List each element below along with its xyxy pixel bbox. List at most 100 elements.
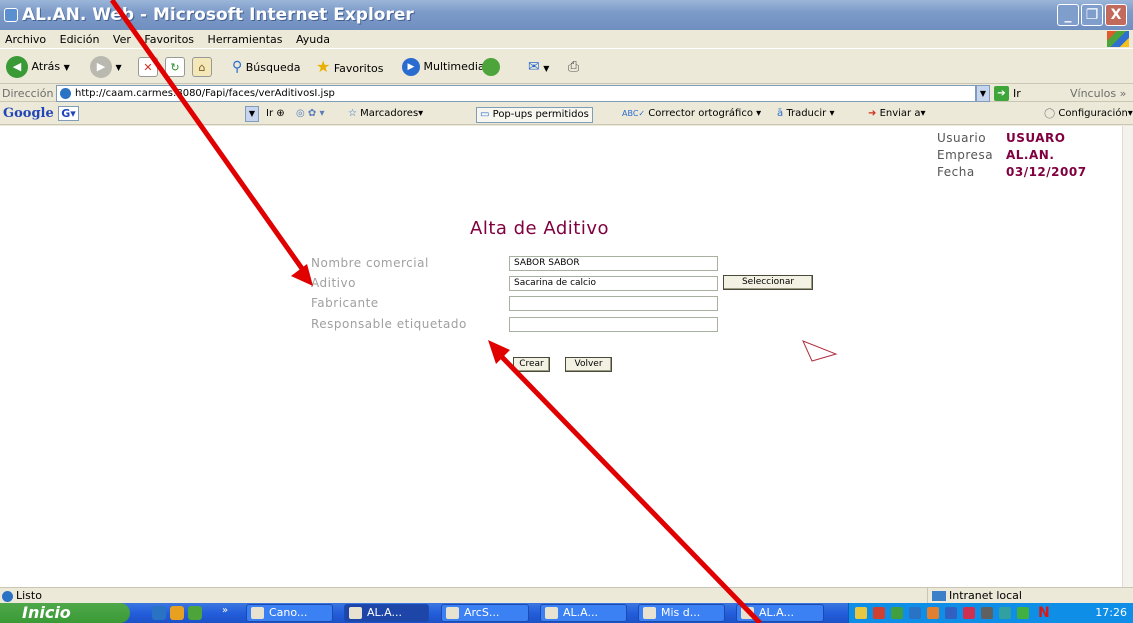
print-button[interactable]: ⎙ bbox=[568, 55, 579, 79]
quicklaunch-outlook-icon[interactable] bbox=[170, 606, 184, 620]
refresh-button[interactable]: ↻ bbox=[165, 55, 185, 79]
company-value: AL.AN. bbox=[1006, 148, 1055, 162]
send-icon: ➜ bbox=[868, 108, 877, 119]
address-bar: Dirección http://caam.carmes:8080/Fapi/f… bbox=[0, 85, 1133, 102]
vertical-scrollbar[interactable] bbox=[1122, 126, 1133, 587]
tray-icon[interactable] bbox=[855, 607, 867, 619]
title-bar: AL.AN. Web - Microsoft Internet Explorer… bbox=[0, 0, 1133, 30]
page-title: Alta de Aditivo bbox=[470, 218, 609, 239]
maximize-button[interactable]: ❐ bbox=[1081, 4, 1103, 26]
volver-button[interactable]: Volver bbox=[565, 357, 612, 372]
security-zone: Intranet local bbox=[927, 588, 1133, 604]
taskbar: Inicio » Cano... AL.A... ArcS... AL.A...… bbox=[0, 603, 1133, 623]
quicklaunch-ie-icon[interactable] bbox=[152, 606, 166, 620]
google-go-button[interactable]: Ir ⊕ bbox=[266, 107, 285, 121]
links-button[interactable]: Vínculos » bbox=[1070, 85, 1126, 102]
forward-button[interactable]: ▶ ▼ bbox=[90, 55, 122, 79]
taskbar-item[interactable]: AL.A... bbox=[540, 604, 627, 622]
nombre-comercial-input[interactable]: SABOR SABOR bbox=[509, 256, 718, 271]
spellcheck-button[interactable]: ABC✓ Corrector ortográfico ▾ bbox=[622, 107, 761, 121]
standard-toolbar: ◀ Atrás ▼ ▶ ▼ ✕ ↻ ⌂ ⚲ Búsqueda ★ Favorit… bbox=[0, 50, 1133, 84]
back-button[interactable]: ◀ Atrás ▼ bbox=[6, 55, 70, 79]
task-icon bbox=[251, 607, 264, 619]
star-icon: ★ bbox=[316, 57, 331, 76]
crear-button[interactable]: Crear bbox=[513, 357, 550, 372]
tray-icon[interactable] bbox=[945, 607, 957, 619]
task-icon bbox=[545, 607, 558, 619]
menu-archivo[interactable]: Archivo bbox=[0, 30, 51, 49]
menu-ver[interactable]: Ver bbox=[108, 30, 136, 49]
menu-bar: Archivo Edición Ver Favoritos Herramient… bbox=[0, 30, 1133, 49]
quicklaunch-more-button[interactable]: » bbox=[222, 605, 228, 616]
close-button[interactable]: X bbox=[1105, 4, 1127, 26]
google-extra-icons[interactable]: ◎ ✿ ▾ bbox=[296, 107, 324, 121]
google-logo[interactable]: Google G▾ bbox=[3, 106, 79, 121]
taskbar-item[interactable]: Mis d... bbox=[638, 604, 725, 622]
start-button[interactable]: Inicio bbox=[0, 603, 130, 623]
mail-icon: ✉ bbox=[528, 59, 540, 75]
tray-icon[interactable] bbox=[873, 607, 885, 619]
user-info-panel: Usuario USUARO Empresa AL.AN. Fecha 03/12/2… bbox=[937, 130, 1087, 181]
status-bar: Listo Intranet local bbox=[0, 587, 1133, 604]
date-value: 03/12/2007 bbox=[1006, 165, 1087, 179]
settings-icon: ◯ bbox=[1044, 108, 1056, 119]
menu-herramientas[interactable]: Herramientas bbox=[203, 30, 288, 49]
search-button[interactable]: ⚲ Búsqueda bbox=[232, 55, 300, 79]
taskbar-item[interactable]: Cano... bbox=[246, 604, 333, 622]
home-button[interactable]: ⌂ bbox=[192, 55, 212, 79]
status-text: Listo bbox=[16, 589, 42, 602]
tray-n-icon[interactable]: N bbox=[1038, 603, 1050, 623]
intranet-icon bbox=[932, 591, 946, 601]
user-label: Usuario bbox=[937, 131, 987, 145]
responsable-etiquetado-label: Responsable etiquetado bbox=[311, 317, 467, 331]
history-button[interactable] bbox=[482, 55, 500, 79]
mouse-cursor-icon bbox=[802, 340, 838, 362]
tray-icon[interactable] bbox=[999, 607, 1011, 619]
translate-button[interactable]: ā Traducir ▾ bbox=[777, 107, 834, 121]
tray-icon[interactable] bbox=[927, 607, 939, 619]
menu-edicion[interactable]: Edición bbox=[55, 30, 105, 49]
page-content: Usuario USUARO Empresa AL.AN. Fecha 03/12/2… bbox=[0, 126, 1122, 587]
clock: 17:26 bbox=[1095, 606, 1127, 619]
responsable-etiquetado-input[interactable] bbox=[509, 317, 718, 332]
settings-button[interactable]: ◯ Configuración▾ bbox=[1044, 107, 1133, 121]
fabricante-input[interactable] bbox=[509, 296, 718, 311]
send-to-button[interactable]: ➜ Enviar a▾ bbox=[868, 107, 926, 121]
taskbar-item[interactable]: AL.A... bbox=[344, 604, 429, 622]
taskbar-item[interactable]: ArcS... bbox=[441, 604, 529, 622]
favorites-button[interactable]: ★ Favoritos bbox=[316, 55, 384, 79]
minimize-button[interactable]: _ bbox=[1057, 4, 1079, 26]
mail-button[interactable]: ✉ ▼ bbox=[528, 55, 549, 79]
search-icon: ⚲ bbox=[232, 59, 243, 75]
task-icon bbox=[741, 607, 754, 619]
star-outline-icon: ☆ bbox=[348, 108, 357, 119]
fabricante-label: Fabricante bbox=[311, 296, 379, 310]
popups-button[interactable]: ▭ Pop-ups permitidos bbox=[476, 107, 593, 123]
go-arrow-icon[interactable]: ➔ bbox=[994, 86, 1009, 101]
media-button[interactable]: ▶ Multimedia bbox=[402, 55, 485, 79]
address-input[interactable]: http://caam.carmes:8080/Fapi/faces/verAd… bbox=[56, 85, 976, 102]
tray-icon[interactable] bbox=[1017, 607, 1029, 619]
aditivo-input[interactable]: Sacarina de calcio bbox=[509, 276, 718, 291]
tray-icon[interactable] bbox=[909, 607, 921, 619]
refresh-icon: ↻ bbox=[165, 57, 185, 77]
tray-icon[interactable] bbox=[891, 607, 903, 619]
taskbar-item[interactable]: AL.A... bbox=[736, 604, 824, 622]
menu-favoritos[interactable]: Favoritos bbox=[139, 30, 199, 49]
aditivo-label: Aditivo bbox=[311, 276, 356, 290]
google-dropdown-button[interactable]: ▼ bbox=[245, 106, 259, 122]
translate-icon: ā bbox=[777, 108, 784, 119]
seleccionar-button[interactable]: Seleccionar bbox=[723, 275, 813, 290]
tray-icon[interactable] bbox=[963, 607, 975, 619]
status-page-icon bbox=[2, 590, 13, 602]
stop-button[interactable]: ✕ bbox=[138, 55, 158, 79]
forward-arrow-icon: ▶ bbox=[90, 56, 112, 78]
quicklaunch-desktop-icon[interactable] bbox=[188, 606, 202, 620]
go-button[interactable]: Ir bbox=[1013, 85, 1021, 102]
system-tray: N 17:26 bbox=[848, 603, 1133, 623]
page-icon bbox=[60, 88, 71, 99]
bookmarks-button[interactable]: ☆ Marcadores▾ bbox=[348, 107, 423, 121]
menu-ayuda[interactable]: Ayuda bbox=[291, 30, 335, 49]
tray-icon[interactable] bbox=[981, 607, 993, 619]
address-dropdown-button[interactable]: ▼ bbox=[976, 85, 990, 102]
